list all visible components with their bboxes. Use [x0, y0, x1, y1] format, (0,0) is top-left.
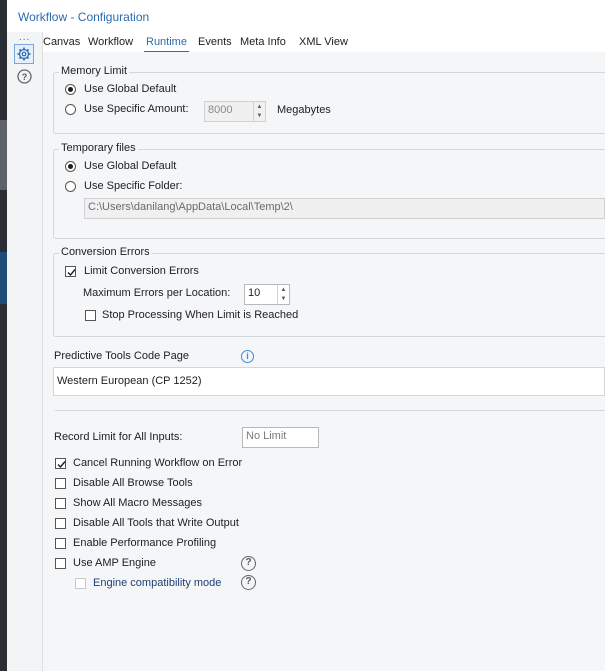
memory-limit-legend: Memory Limit [59, 65, 130, 77]
tab-workflow[interactable]: Workflow [88, 36, 133, 48]
conversion-errors-legend: Conversion Errors [59, 246, 152, 258]
background-window-segment [0, 120, 7, 190]
code-page-dropdown[interactable]: Western European (CP 1252) [53, 367, 605, 396]
max-errors-value: 10 [248, 287, 261, 299]
tab-meta-info[interactable]: Meta Info [240, 36, 286, 48]
record-limit-field[interactable]: No Limit [242, 427, 319, 448]
memory-amount-spinner[interactable]: ▲ ▼ [253, 102, 265, 121]
disable-write-label: Disable All Tools that Write Output [73, 517, 239, 529]
cancel-on-error-label: Cancel Running Workflow on Error [73, 457, 243, 469]
disable-browse-checkbox[interactable] [55, 478, 66, 489]
predictive-label: Predictive Tools Code Page [54, 350, 189, 362]
memory-specific-label: Use Specific Amount: [84, 103, 189, 115]
memory-unit-label: Megabytes [277, 104, 331, 116]
help-icon-glyph: ? [22, 72, 28, 82]
compatibility-mode-checkbox[interactable] [75, 578, 86, 589]
divider [55, 410, 605, 411]
tab-runtime[interactable]: Runtime [144, 36, 189, 52]
spinner-down-icon[interactable]: ▼ [278, 295, 289, 305]
temp-files-legend: Temporary files [59, 142, 138, 154]
background-window-edge [0, 0, 7, 671]
code-page-value: Western European (CP 1252) [57, 375, 202, 387]
compatibility-mode-label: Engine compatibility mode [93, 577, 222, 589]
window-title: Workflow - Configuration [18, 10, 150, 24]
disable-write-checkbox[interactable] [55, 518, 66, 529]
performance-profiling-checkbox[interactable] [55, 538, 66, 549]
spinner-up-icon[interactable]: ▲ [254, 102, 265, 112]
show-macro-messages-checkbox[interactable] [55, 498, 66, 509]
memory-amount-value: 8000 [208, 104, 233, 116]
max-errors-label: Maximum Errors per Location: [83, 287, 231, 299]
amp-help-icon[interactable]: ? [241, 556, 256, 571]
stop-processing-label: Stop Processing When Limit is Reached [102, 309, 299, 321]
temp-specific-radio[interactable] [65, 181, 76, 192]
tab-bar: Canvas Workflow Runtime Events Meta Info… [43, 32, 605, 52]
max-errors-spinner[interactable]: ▲ ▼ [277, 285, 289, 304]
record-limit-placeholder: No Limit [246, 430, 287, 442]
temp-specific-label: Use Specific Folder: [84, 180, 183, 192]
tab-xml-view[interactable]: XML View [299, 36, 348, 48]
temp-folder-value: C:\Users\danilang\AppData\Local\Temp\2\ [88, 201, 293, 213]
amp-engine-label: Use AMP Engine [73, 557, 156, 569]
gear-icon[interactable] [14, 44, 34, 64]
limit-errors-checkbox[interactable] [65, 266, 76, 277]
help-icon[interactable]: ? [17, 69, 32, 84]
title-bar: Workflow - Configuration [7, 0, 605, 33]
limit-errors-label: Limit Conversion Errors [84, 265, 199, 277]
record-limit-label: Record Limit for All Inputs: [54, 431, 183, 443]
icon-sidebar: ... ? [7, 32, 43, 671]
spinner-down-icon[interactable]: ▼ [254, 112, 265, 122]
temp-global-label: Use Global Default [84, 160, 177, 172]
spinner-up-icon[interactable]: ▲ [278, 285, 289, 295]
checkmark-icon [67, 269, 76, 277]
memory-specific-radio[interactable] [65, 104, 76, 115]
checkmark-icon [57, 461, 66, 469]
stop-processing-checkbox[interactable] [85, 310, 96, 321]
memory-global-radio[interactable] [65, 84, 76, 95]
show-macro-messages-label: Show All Macro Messages [73, 497, 202, 509]
background-window-segment [0, 252, 7, 304]
memory-global-label: Use Global Default [84, 83, 177, 95]
more-icon[interactable]: ... [19, 32, 30, 43]
temp-folder-field[interactable]: C:\Users\danilang\AppData\Local\Temp\2\ [84, 198, 605, 219]
runtime-panel: Canvas Workflow Runtime Events Meta Info… [43, 32, 605, 671]
disable-browse-label: Disable All Browse Tools [73, 477, 193, 489]
performance-profiling-label: Enable Performance Profiling [73, 537, 217, 549]
compatibility-help-icon[interactable]: ? [241, 575, 256, 590]
temp-global-radio[interactable] [65, 161, 76, 172]
cancel-on-error-checkbox[interactable] [55, 458, 66, 469]
tab-canvas[interactable]: Canvas [43, 36, 80, 48]
tab-events[interactable]: Events [198, 36, 232, 48]
info-icon[interactable]: i [241, 350, 254, 363]
amp-engine-checkbox[interactable] [55, 558, 66, 569]
